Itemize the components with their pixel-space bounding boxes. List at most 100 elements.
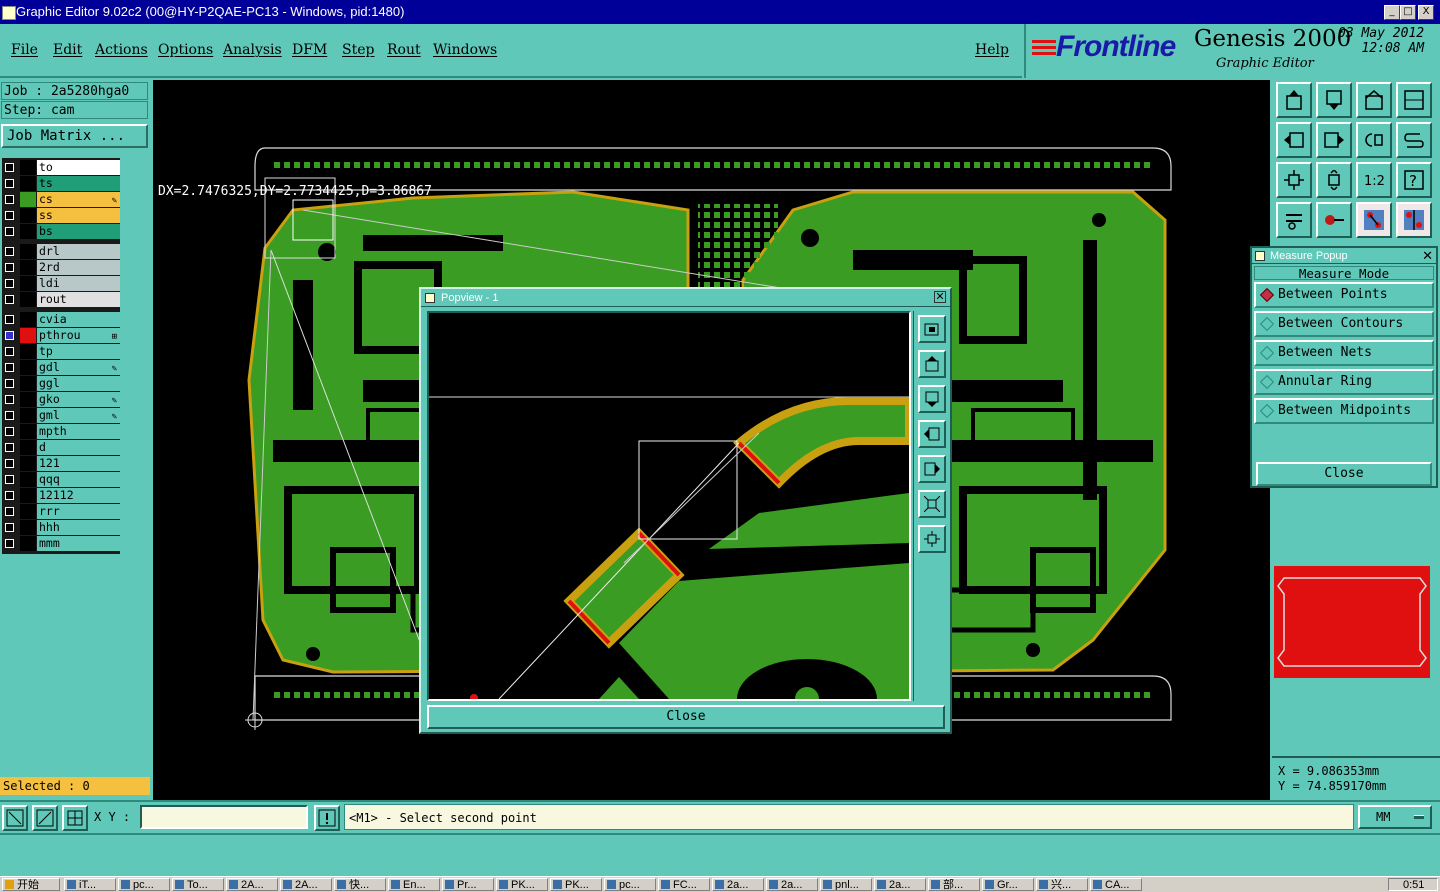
taskbar-item[interactable]: 2a... bbox=[712, 878, 764, 891]
layer-color-swatch[interactable] bbox=[20, 260, 36, 275]
grid-toggle-button[interactable] bbox=[62, 805, 88, 831]
measure-close-icon[interactable]: ✕ bbox=[1422, 248, 1433, 264]
popview-pan-left-button[interactable] bbox=[918, 420, 946, 448]
taskbar-item[interactable]: En... bbox=[388, 878, 440, 891]
layer-row-ldi[interactable]: ldi bbox=[2, 276, 120, 292]
tool-key[interactable] bbox=[1316, 202, 1352, 238]
layer-name[interactable]: cvia bbox=[37, 312, 120, 327]
layer-row-2rd[interactable]: 2rd bbox=[2, 260, 120, 276]
layer-checkbox[interactable] bbox=[5, 395, 14, 404]
layer-name[interactable]: mmm bbox=[37, 536, 120, 551]
layer-color-swatch[interactable] bbox=[20, 440, 36, 455]
layer-checkbox[interactable] bbox=[5, 331, 14, 340]
layer-row-mpth[interactable]: mpth bbox=[2, 424, 120, 440]
taskbar-item[interactable]: 部... bbox=[928, 878, 980, 891]
tool-home[interactable] bbox=[1356, 82, 1392, 118]
taskbar-item[interactable]: 2a... bbox=[766, 878, 818, 891]
layer-name[interactable]: gko ✎ bbox=[37, 392, 120, 407]
menu-edit[interactable]: Edit bbox=[53, 42, 82, 58]
layer-row-bs[interactable]: bs bbox=[2, 224, 120, 240]
layer-color-swatch[interactable] bbox=[20, 424, 36, 439]
layer-checkbox[interactable] bbox=[5, 379, 14, 388]
layer-checkbox[interactable] bbox=[5, 315, 14, 324]
layer-color-swatch[interactable] bbox=[20, 536, 36, 551]
layer-row-tp[interactable]: tp bbox=[2, 344, 120, 360]
taskbar-item[interactable]: 2A... bbox=[280, 878, 332, 891]
layer-name[interactable]: d bbox=[37, 440, 120, 455]
layer-color-swatch[interactable] bbox=[20, 344, 36, 359]
layer-checkbox[interactable] bbox=[5, 179, 14, 188]
layer-row-hhh[interactable]: hhh bbox=[2, 520, 120, 536]
measure-mode-button[interactable] bbox=[32, 805, 58, 831]
units-selector[interactable]: MM bbox=[1358, 805, 1432, 829]
layer-name[interactable]: ldi bbox=[37, 276, 120, 291]
taskbar-item[interactable]: Pr... bbox=[442, 878, 494, 891]
layer-name[interactable]: 121 bbox=[37, 456, 120, 471]
layer-name[interactable]: cs ✎ bbox=[37, 192, 120, 207]
taskbar-item[interactable]: PK... bbox=[550, 878, 602, 891]
popview-titlebar[interactable]: Popview - 1 ✕ bbox=[421, 289, 950, 307]
layer-checkbox[interactable] bbox=[5, 539, 14, 548]
layer-color-swatch[interactable] bbox=[20, 520, 36, 535]
layer-color-swatch[interactable] bbox=[20, 176, 36, 191]
menu-windows[interactable]: Windows bbox=[433, 42, 497, 58]
taskbar-item[interactable]: 2A... bbox=[226, 878, 278, 891]
layer-row-ggl[interactable]: ggl bbox=[2, 376, 120, 392]
layer-name[interactable]: tp bbox=[37, 344, 120, 359]
layer-name[interactable]: pthrou ⊞ bbox=[37, 328, 120, 343]
layer-name[interactable]: rrr bbox=[37, 504, 120, 519]
layer-name[interactable]: 12112 bbox=[37, 488, 120, 503]
layer-row-ss[interactable]: ss bbox=[2, 208, 120, 224]
layer-name[interactable]: 2rd bbox=[37, 260, 120, 275]
layer-row-drl[interactable]: drl bbox=[2, 244, 120, 260]
layer-row-qqq[interactable]: qqq bbox=[2, 472, 120, 488]
popview-drawing[interactable] bbox=[429, 313, 909, 699]
menu-step[interactable]: Step bbox=[342, 42, 374, 58]
taskbar-item[interactable]: pnl... bbox=[820, 878, 872, 891]
layer-checkbox[interactable] bbox=[5, 211, 14, 220]
layer-row-121[interactable]: 121 bbox=[2, 456, 120, 472]
layer-checkbox[interactable] bbox=[5, 411, 14, 420]
layer-color-swatch[interactable] bbox=[20, 472, 36, 487]
layer-name[interactable]: gdl ✎ bbox=[37, 360, 120, 375]
window-titlebar[interactable]: Graphic Editor 9.02c2 (00@HY-P2QAE-PC13 … bbox=[0, 0, 1440, 24]
layer-checkbox[interactable] bbox=[5, 363, 14, 372]
menu-dfm[interactable]: DFM bbox=[292, 42, 327, 58]
mode-between-contours[interactable]: Between Contours bbox=[1254, 311, 1434, 337]
layer-row-to[interactable]: to bbox=[2, 160, 120, 176]
layer-checkbox[interactable] bbox=[5, 295, 14, 304]
layer-checkbox[interactable] bbox=[5, 507, 14, 516]
popview-pan-down-button[interactable] bbox=[918, 385, 946, 413]
layer-checkbox[interactable] bbox=[5, 491, 14, 500]
layer-row-rrr[interactable]: rrr bbox=[2, 504, 120, 520]
layer-color-swatch[interactable] bbox=[20, 456, 36, 471]
mode-annular-ring[interactable]: Annular Ring bbox=[1254, 369, 1434, 395]
tool-zoom-window[interactable] bbox=[1396, 82, 1432, 118]
layer-row-pthrou[interactable]: pthrou ⊞ bbox=[2, 328, 120, 344]
maximize-button[interactable]: □ bbox=[1400, 5, 1416, 20]
layer-color-swatch[interactable] bbox=[20, 192, 36, 207]
measure-popup[interactable]: Measure Popup ✕ Measure Mode Between Poi… bbox=[1250, 246, 1438, 488]
popview-zoom-window-button[interactable] bbox=[918, 315, 946, 343]
mode-between-points[interactable]: Between Points bbox=[1254, 282, 1434, 308]
measure-close-button[interactable]: Close bbox=[1256, 462, 1432, 486]
taskbar-item[interactable]: 快... bbox=[334, 878, 386, 891]
close-window-button[interactable]: X bbox=[1418, 5, 1434, 20]
tool-zoom-in[interactable] bbox=[1276, 162, 1312, 198]
popview-window[interactable]: Popview - 1 ✕ Close bbox=[419, 287, 952, 734]
layer-color-swatch[interactable] bbox=[20, 276, 36, 291]
xy-coordinate-input[interactable] bbox=[140, 805, 308, 829]
layer-name[interactable]: hhh bbox=[37, 520, 120, 535]
popview-zoom-in-button[interactable] bbox=[918, 490, 946, 518]
job-matrix-button[interactable]: Job Matrix ... bbox=[1, 124, 148, 148]
popview-close-icon[interactable]: ✕ bbox=[934, 291, 946, 303]
popview-canvas[interactable] bbox=[427, 311, 911, 701]
overview-minimap[interactable] bbox=[1274, 566, 1430, 678]
layer-checkbox[interactable] bbox=[5, 347, 14, 356]
layer-color-swatch[interactable] bbox=[20, 328, 36, 343]
taskbar-item[interactable]: FC... bbox=[658, 878, 710, 891]
layer-color-swatch[interactable] bbox=[20, 392, 36, 407]
layer-color-swatch[interactable] bbox=[20, 160, 36, 175]
tool-settings[interactable] bbox=[1276, 202, 1312, 238]
layer-color-swatch[interactable] bbox=[20, 360, 36, 375]
